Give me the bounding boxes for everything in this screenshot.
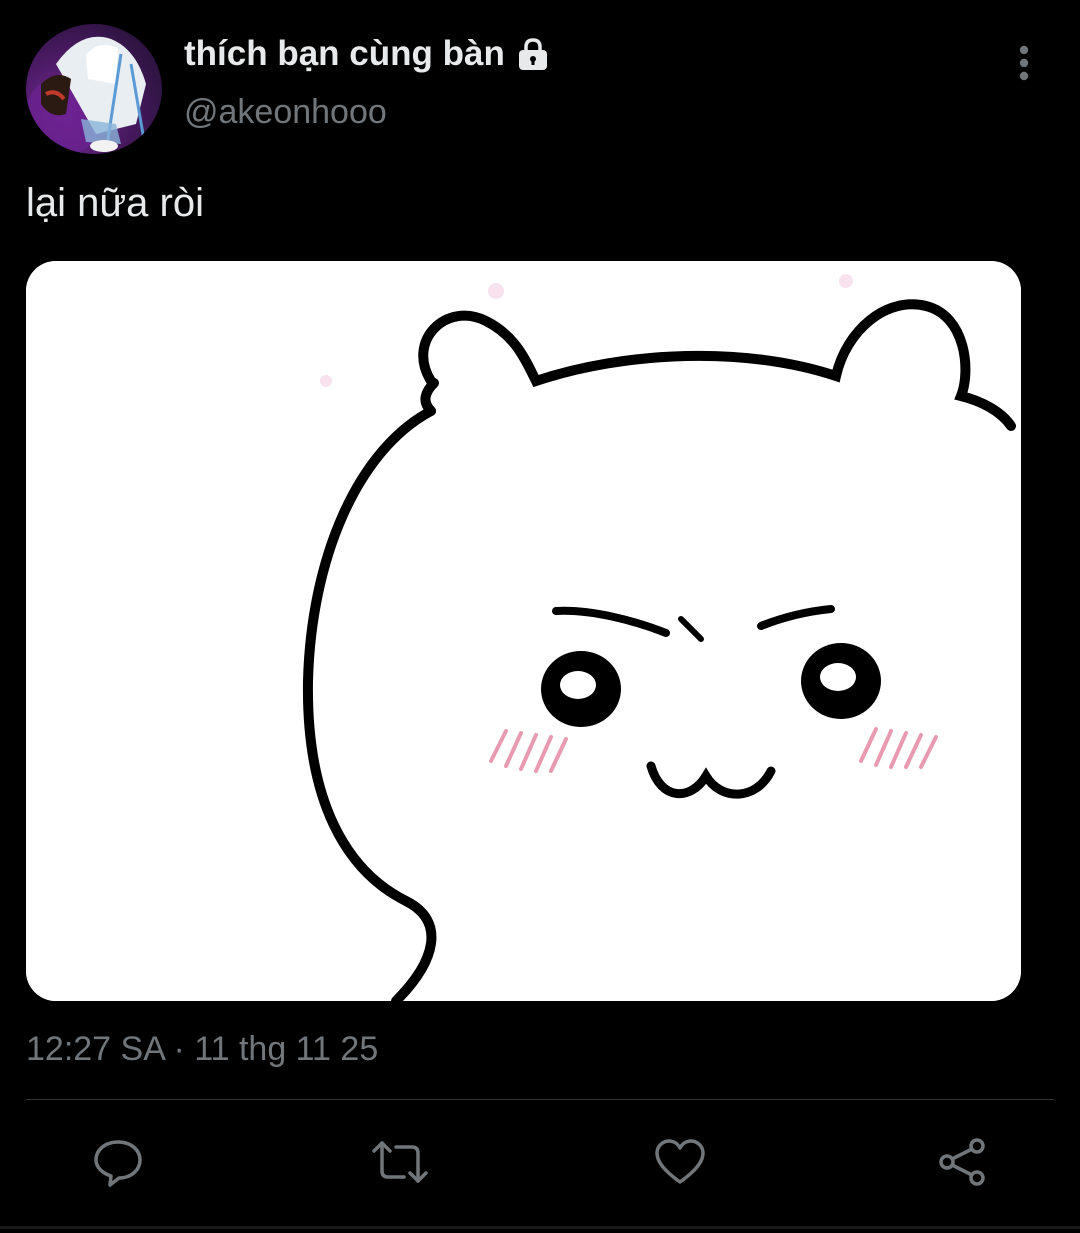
share-icon <box>939 1138 985 1186</box>
more-options-button[interactable] <box>1000 36 1048 88</box>
action-bar <box>0 1130 1080 1194</box>
retweet-button[interactable] <box>368 1130 432 1194</box>
more-vertical-icon <box>1019 45 1029 81</box>
reply-button[interactable] <box>86 1130 150 1194</box>
tweet-text: lại nữa ròi <box>26 181 204 225</box>
avatar-illustration <box>26 36 148 154</box>
like-button[interactable] <box>648 1130 712 1194</box>
avatar[interactable] <box>26 24 162 154</box>
share-button[interactable] <box>930 1130 994 1194</box>
lock-icon <box>515 36 551 72</box>
author-name[interactable]: thích bạn cùng bàn <box>184 32 551 76</box>
author-display-name[interactable]: thích bạn cùng bàn <box>184 32 505 76</box>
tweet-media[interactable] <box>26 261 1021 1001</box>
reply-icon <box>94 1140 142 1187</box>
bottom-separator <box>0 1226 1080 1229</box>
meme-image <box>26 261 1021 1001</box>
heart-icon <box>655 1139 705 1184</box>
divider <box>26 1099 1054 1100</box>
retweet-icon <box>372 1141 428 1183</box>
tweet-timestamp[interactable]: 12:27 SA · 11 thg 11 25 <box>26 1028 378 1070</box>
author-handle[interactable]: @akeonhooo <box>184 92 387 132</box>
